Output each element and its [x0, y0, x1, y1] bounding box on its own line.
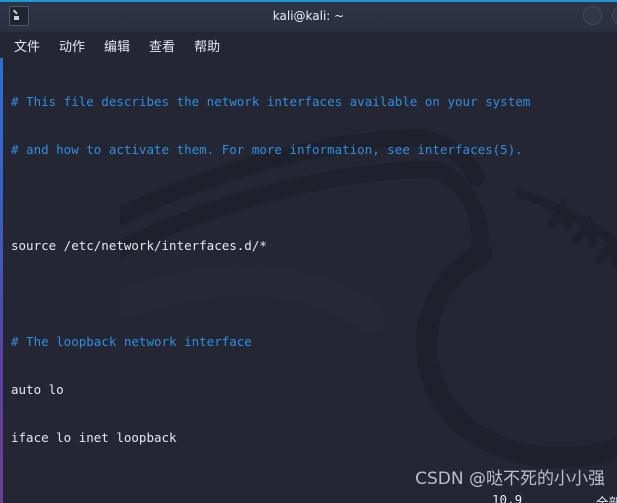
menu-edit[interactable]: 编辑 — [102, 35, 132, 56]
terminal-window: kali@kali: ~ 文件 动作 编辑 查看 帮助 # This file … — [0, 0, 617, 503]
vim-status-line: 10,9 全部 — [0, 492, 617, 503]
scroll-percent: 全部 — [596, 495, 617, 503]
code-line: source /etc/network/interfaces.d/* — [11, 238, 267, 253]
maximize-button[interactable] — [612, 6, 617, 25]
code-line: # This file describes the network interf… — [11, 94, 531, 109]
cursor-position: 10,9 — [492, 492, 523, 503]
terminal-body[interactable]: # This file describes the network interf… — [0, 58, 617, 503]
minimize-button[interactable] — [583, 6, 602, 25]
menu-view[interactable]: 查看 — [147, 35, 177, 56]
code-line: auto lo — [11, 382, 64, 397]
code-line: iface lo inet loopback — [11, 430, 177, 445]
window-controls — [583, 6, 617, 25]
terminal-left-accent-border — [0, 58, 3, 503]
menu-action[interactable]: 动作 — [57, 35, 87, 56]
window-title: kali@kali: ~ — [272, 8, 345, 23]
menu-help[interactable]: 帮助 — [192, 35, 222, 56]
code-line: # and how to activate them. For more inf… — [11, 142, 523, 157]
terminal-icon — [9, 5, 29, 26]
csdn-watermark: CSDN @哒不死的小小强 — [415, 469, 605, 489]
code-line: # The loopback network interface — [11, 334, 252, 349]
title-bar[interactable]: kali@kali: ~ — [0, 0, 617, 32]
accent-line — [0, 0, 617, 2]
menu-file[interactable]: 文件 — [12, 35, 42, 56]
menu-bar: 文件 动作 编辑 查看 帮助 — [0, 32, 617, 58]
vim-buffer: # This file describes the network interf… — [0, 58, 617, 503]
